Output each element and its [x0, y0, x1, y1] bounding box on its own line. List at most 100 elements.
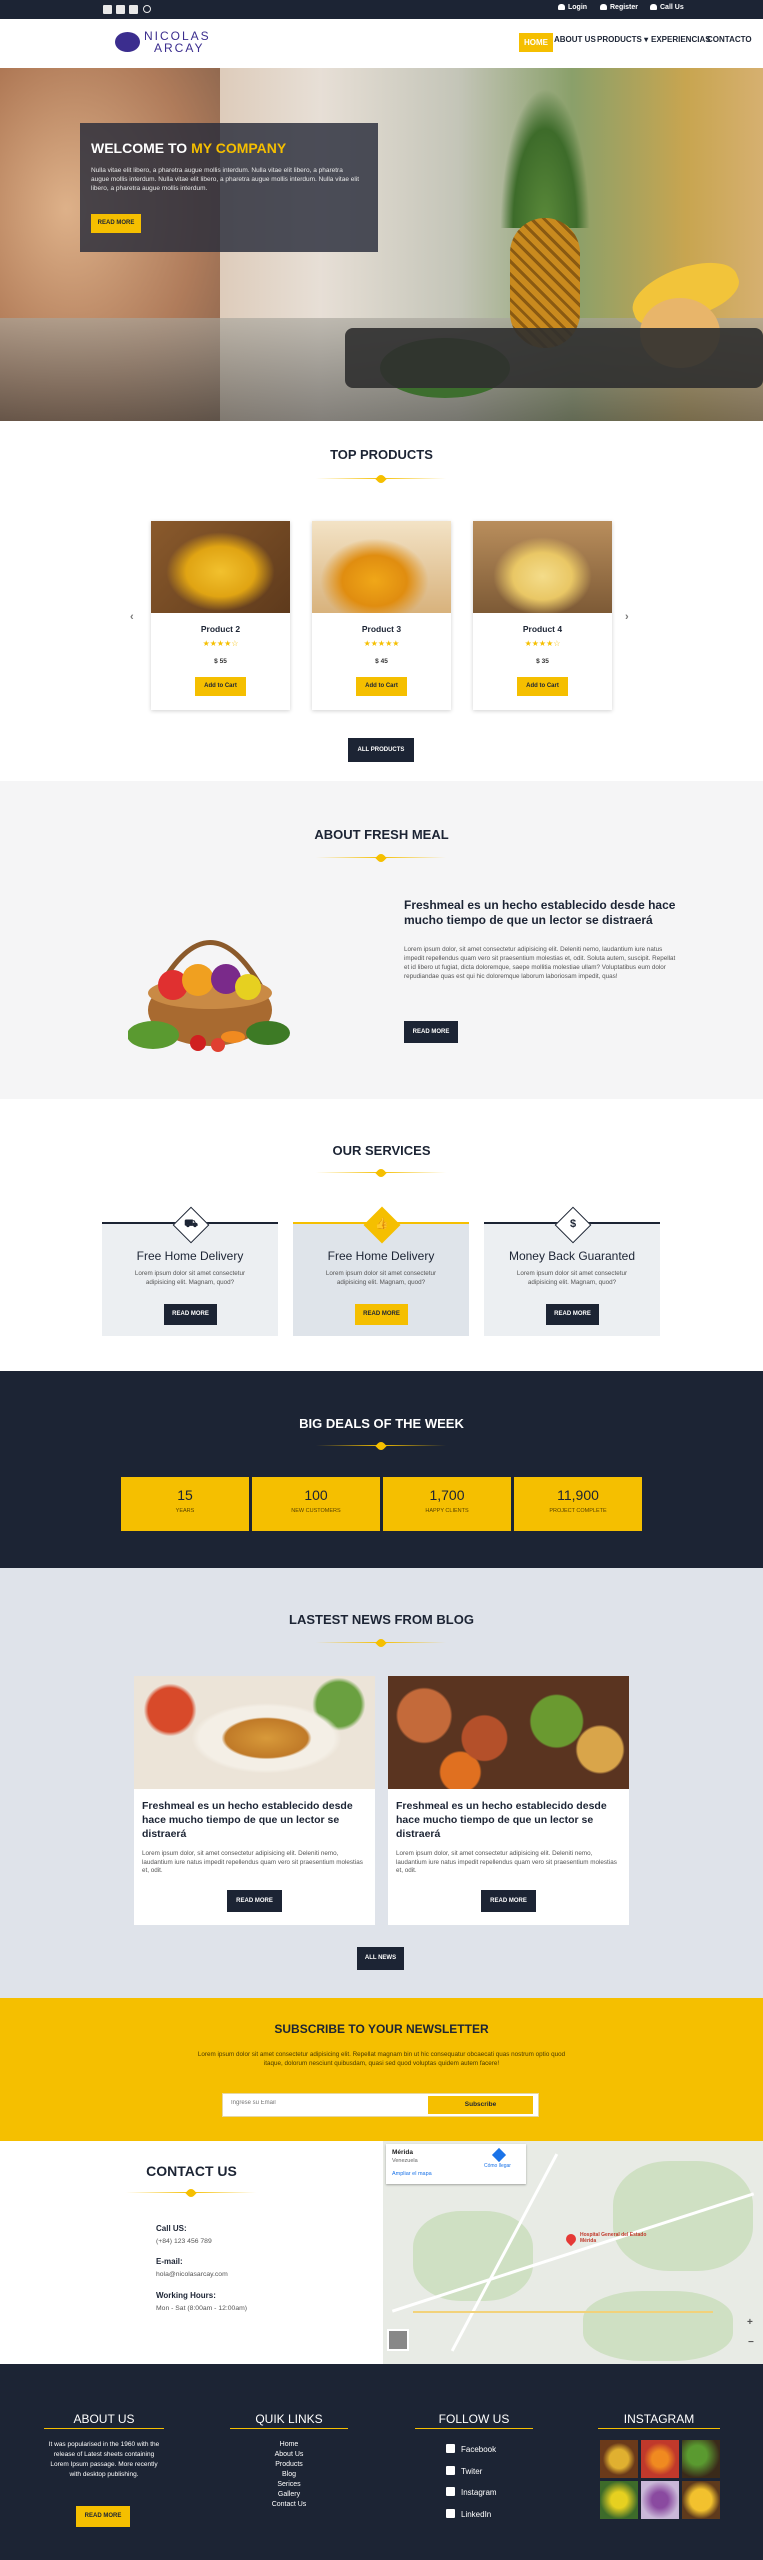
footer-link-gallery[interactable]: Gallery	[252, 2491, 326, 2498]
instagram-thumb[interactable]	[641, 2440, 679, 2478]
news-read-more-button[interactable]: READ MORE	[481, 1890, 536, 1912]
email-input[interactable]	[231, 2100, 411, 2106]
phone-value[interactable]: (+84) 123 456 789	[156, 2238, 212, 2245]
register-link[interactable]: Register	[600, 4, 638, 11]
rating-stars: ★★★★☆	[202, 639, 239, 648]
footer-link-contact[interactable]: Contact Us	[252, 2501, 326, 2508]
stat-label: PROJECT COMPLETE	[549, 1508, 607, 1514]
zoom-in-icon[interactable]: +	[747, 2317, 753, 2328]
product-image-cheese[interactable]	[473, 521, 612, 613]
news-title-text[interactable]: Freshmeal es un hecho establecido desde …	[142, 1799, 367, 1841]
newsletter-title: SUBSCRIBE TO YOUR NEWSLETTER	[274, 2022, 489, 2036]
product-name[interactable]: Product 4	[473, 624, 612, 634]
search-icon[interactable]	[143, 5, 151, 13]
carousel-next-icon[interactable]: ›	[625, 611, 629, 623]
add-to-cart-button[interactable]: Add to Cart	[517, 677, 568, 696]
product-price: $ 55	[214, 658, 227, 665]
service-glyph: ⛟	[184, 1217, 198, 1230]
footer-follow-label: Twiter	[461, 2467, 483, 2476]
footer-link-about[interactable]: About Us	[252, 2451, 326, 2458]
call-link[interactable]: Call Us	[650, 4, 684, 11]
about-heading: Freshmeal es un hecho establecido desde …	[404, 898, 676, 927]
service-read-more-button[interactable]: READ MORE	[355, 1304, 408, 1325]
satellite-toggle[interactable]	[387, 2329, 409, 2351]
instagram-icon[interactable]	[129, 5, 138, 14]
instagram-thumb[interactable]	[600, 2481, 638, 2519]
all-news-button[interactable]: ALL NEWS	[357, 1947, 404, 1970]
news-read-more-button[interactable]: READ MORE	[227, 1890, 282, 1912]
hero-text: Nulla vitae elit libero, a pharetra augu…	[91, 167, 360, 192]
map-park	[413, 2211, 533, 2301]
contact-title: CONTACT US	[146, 2163, 237, 2179]
service-read-more-button[interactable]: READ MORE	[546, 1304, 599, 1325]
footer-link-home[interactable]: Home	[252, 2441, 326, 2448]
footer-instagram-link[interactable]: Instagram	[446, 2487, 497, 2497]
news-image-vegetables[interactable]	[388, 1676, 629, 1789]
service-read-more-button[interactable]: READ MORE	[164, 1304, 217, 1325]
about-read-more-button[interactable]: READ MORE	[404, 1021, 458, 1043]
email-value[interactable]: hola@nicolasarcay.com	[156, 2271, 228, 2278]
phone-label: Call US:	[156, 2224, 187, 2233]
footer-link-services[interactable]: Serices	[252, 2481, 326, 2488]
twitter-icon[interactable]	[116, 5, 125, 14]
logo[interactable]: NICOLAS ARCAY	[144, 30, 211, 54]
service-text: Lorem ipsum dolor sit amet consectetur a…	[325, 1270, 437, 1286]
nav-contacto[interactable]: CONTACTO	[707, 35, 752, 44]
map-directions-label[interactable]: Cómo llegar	[484, 2163, 511, 2169]
footer-twitter-link[interactable]: Twiter	[446, 2466, 482, 2476]
nav-products[interactable]: PRODUCTS ▾	[597, 35, 648, 44]
login-link[interactable]: Login	[558, 4, 587, 11]
newsletter-text: Lorem ipsum dolor sit amet consectetur a…	[197, 2051, 566, 2067]
stat-box: 11,900 PROJECT COMPLETE	[514, 1477, 642, 1531]
footer-underline	[44, 2428, 164, 2429]
footer-link-blog[interactable]: Blog	[252, 2471, 326, 2478]
nav-about[interactable]: ABOUT US	[554, 35, 596, 44]
add-to-cart-button[interactable]: Add to Cart	[195, 677, 246, 696]
google-map[interactable]: Mérida Venezuela Ampliar el mapa Cómo ll…	[383, 2141, 763, 2364]
directions-icon[interactable]	[491, 2147, 507, 2163]
rating-stars: ★★★★☆	[524, 639, 561, 648]
footer-linkedin-link[interactable]: LinkedIn	[446, 2509, 491, 2519]
facebook-icon[interactable]	[103, 5, 112, 14]
stat-number: 1,700	[429, 1487, 465, 1503]
zoom-out-icon[interactable]: −	[748, 2337, 754, 2348]
product-image-honey[interactable]	[312, 521, 451, 613]
product-name[interactable]: Product 2	[151, 624, 290, 634]
news-image-chicken[interactable]	[134, 1676, 375, 1789]
logo-icon[interactable]	[115, 32, 140, 52]
instagram-thumb[interactable]	[641, 2481, 679, 2519]
instagram-thumb[interactable]	[682, 2440, 720, 2478]
map-place: Mérida	[392, 2149, 413, 2156]
map-marker-icon[interactable]	[563, 2231, 579, 2247]
news-section	[0, 1568, 763, 1998]
hero-read-more-button[interactable]: READ MORE	[91, 214, 141, 233]
footer-link-products[interactable]: Products	[252, 2461, 326, 2468]
footer-links-title: QUIK LINKS	[255, 2412, 323, 2426]
product-price: $ 45	[375, 658, 388, 665]
news-title-text[interactable]: Freshmeal es un hecho establecido desde …	[396, 1799, 621, 1841]
instagram-thumb[interactable]	[682, 2481, 720, 2519]
product-name[interactable]: Product 3	[312, 624, 451, 634]
footer-facebook-link[interactable]: Facebook	[446, 2444, 496, 2454]
stat-number: 11,900	[557, 1487, 599, 1503]
page: Login Register Call Us NICOLAS ARCAY HOM…	[0, 0, 763, 2560]
nav-experiencias[interactable]: EXPERIENCIAS	[651, 35, 711, 44]
shopping-cart	[345, 328, 763, 388]
user-plus-icon	[600, 4, 607, 10]
hero-title-plain: WELCOME TO	[91, 140, 192, 156]
footer-follow-title: FOLLOW US	[438, 2412, 510, 2426]
footer-read-more-button[interactable]: READ MORE	[76, 2506, 130, 2527]
stat-box: 1,700 HAPPY CLIENTS	[383, 1477, 511, 1531]
product-image-corn[interactable]	[151, 521, 290, 613]
map-enlarge-link[interactable]: Ampliar el mapa	[392, 2171, 432, 2177]
instagram-thumb[interactable]	[600, 2440, 638, 2478]
subscribe-button[interactable]: Subscribe	[428, 2096, 533, 2114]
user-icon	[558, 4, 565, 10]
logo-line-2: ARCAY	[154, 41, 205, 55]
thumbs-up-icon: 👍	[363, 1206, 401, 1244]
carousel-prev-icon[interactable]: ‹	[130, 611, 134, 623]
all-products-button[interactable]: ALL PRODUCTS	[348, 738, 414, 762]
add-to-cart-button[interactable]: Add to Cart	[356, 677, 407, 696]
nav-home[interactable]: HOME	[519, 33, 553, 52]
footer-underline	[230, 2428, 348, 2429]
